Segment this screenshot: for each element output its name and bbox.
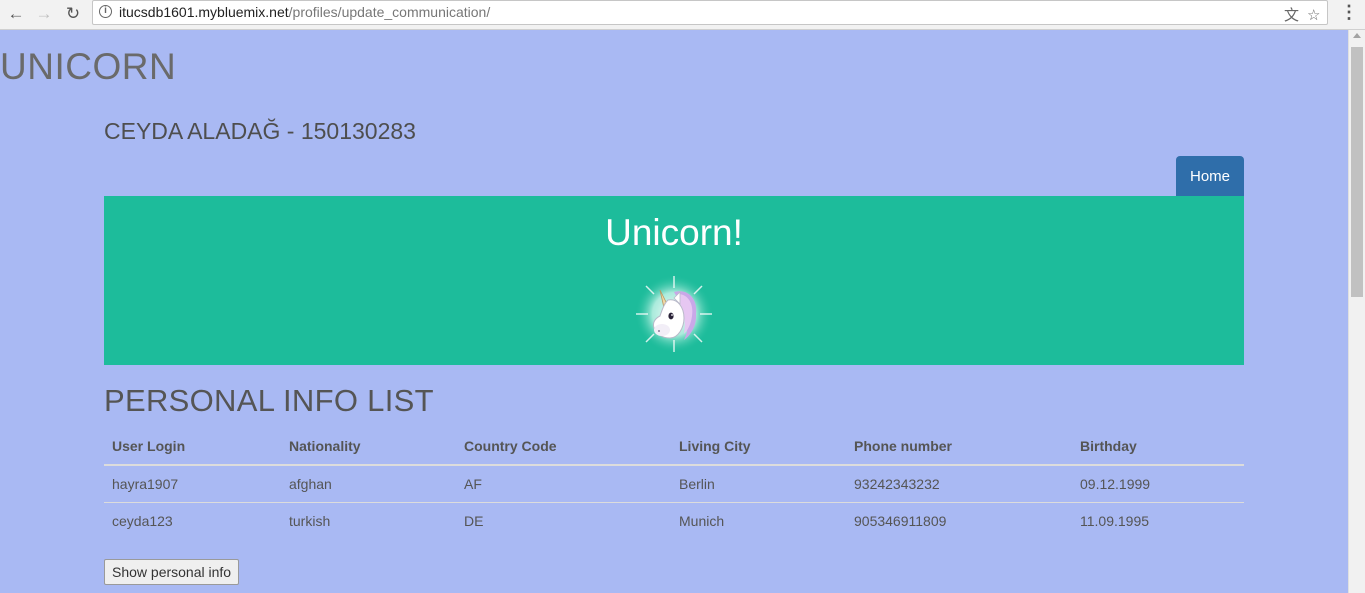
reload-icon[interactable]: ↻ [62, 3, 84, 25]
table-row: hayra1907 afghan AF Berlin 93242343232 0… [104, 465, 1244, 503]
cell-birthday: 09.12.1999 [1072, 465, 1244, 503]
cell-living-city: Berlin [671, 465, 846, 503]
cell-user-login: hayra1907 [104, 465, 281, 503]
address-bar[interactable]: i itucsdb1601.mybluemix.net/profiles/upd… [92, 0, 1328, 25]
home-button[interactable]: Home [1176, 156, 1244, 196]
show-personal-info-button[interactable]: Show personal info [104, 559, 240, 585]
star-icon[interactable]: ☆ [1307, 4, 1320, 27]
student-heading: CEYDA ALADAĞ - 150130283 [104, 118, 416, 144]
column-header-user-login: User Login [104, 428, 281, 466]
cell-phone-number: 905346911809 [854, 513, 947, 529]
back-icon[interactable]: ← [5, 3, 27, 25]
scrollbar-thumb[interactable] [1351, 47, 1363, 297]
banner-title: Unicorn! [605, 212, 743, 253]
table-header-row: User Login Nationality Country Code Livi… [104, 428, 1244, 466]
cell-phone-number: 93242343232 [846, 465, 1072, 503]
forward-icon[interactable]: → [33, 3, 55, 25]
kebab-menu-icon[interactable]: ⋮ [1340, 2, 1358, 23]
column-header-birthday: Birthday [1072, 428, 1244, 466]
column-header-living-city: Living City [671, 428, 846, 466]
unicorn-icon [635, 275, 713, 353]
translate-icon[interactable]: 文 [1284, 4, 1299, 27]
cell-living-city: Munich [679, 513, 725, 529]
vertical-scrollbar[interactable] [1348, 30, 1365, 593]
hero-banner: Unicorn! [104, 196, 1244, 365]
personal-info-table: User Login Nationality Country Code Livi… [104, 428, 1244, 539]
column-header-country-code: Country Code [456, 428, 671, 466]
cell-birthday: 11.09.1995 [1080, 513, 1150, 529]
cell-country-code: AF [456, 465, 671, 503]
column-header-nationality: Nationality [281, 428, 456, 466]
column-header-phone-number: Phone number [846, 428, 1072, 466]
cell-country-code: DE [464, 513, 484, 529]
url-text: itucsdb1601.mybluemix.net/profiles/updat… [119, 1, 490, 24]
section-title: PERSONAL INFO LIST [104, 383, 434, 418]
url-host: itucsdb1601.mybluemix.net [119, 4, 289, 20]
url-path: /profiles/update_communication/ [288, 4, 491, 20]
table-row: ceyda123 turkish DE Munich 905346911809 … [104, 503, 1244, 540]
cell-user-login: ceyda123 [112, 513, 173, 529]
scroll-up-arrow-icon[interactable] [1353, 33, 1361, 38]
site-info-icon[interactable]: i [99, 5, 112, 18]
cell-nationality: turkish [289, 513, 331, 529]
cell-nationality: afghan [281, 465, 456, 503]
browser-toolbar: ← → ↻ i itucsdb1601.mybluemix.net/profil… [0, 0, 1365, 30]
site-logo: UNICORN [0, 46, 177, 87]
